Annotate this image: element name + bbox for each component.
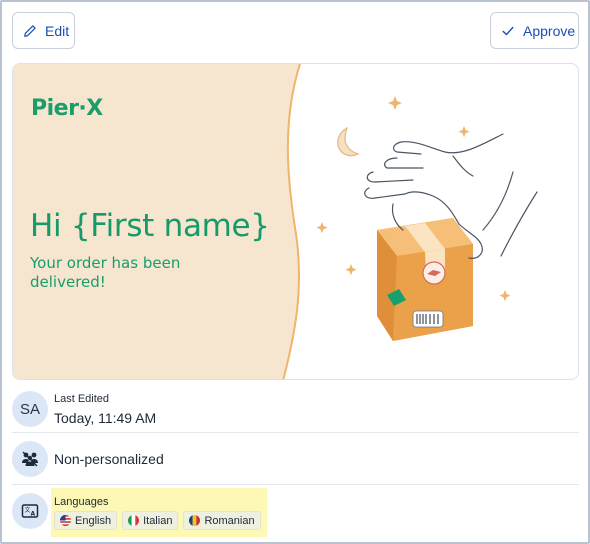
translate-icon-badge: 文 A <box>12 493 48 529</box>
email-preview-card[interactable]: Pier·X Hi {First name} Your order has be… <box>12 63 579 380</box>
language-chip-list: English Italian Romanian <box>54 511 261 530</box>
check-icon <box>502 26 514 35</box>
last-edited-row: SA Last Edited Today, 11:49 AM <box>12 388 579 430</box>
approve-button[interactable]: Approve <box>490 12 579 49</box>
translate-icon: 文 A <box>21 504 39 518</box>
greeting-headline: Hi {First name} <box>30 208 270 244</box>
edit-button-label: Edit <box>45 22 70 39</box>
divider <box>12 432 579 433</box>
personalization-row: Non-personalized <box>12 440 579 478</box>
last-edited-label: Last Edited <box>54 392 110 405</box>
us-flag-icon <box>60 515 71 526</box>
edit-button[interactable]: Edit <box>12 12 75 49</box>
language-chip-italian[interactable]: Italian <box>122 511 179 530</box>
svg-text:A: A <box>31 511 36 518</box>
language-name: English <box>75 514 112 527</box>
language-chip-romanian[interactable]: Romanian <box>183 511 261 530</box>
audience-icon-badge <box>12 441 48 477</box>
approve-button-label: Approve <box>523 22 576 39</box>
language-chip-english[interactable]: English <box>54 511 118 530</box>
language-name: Romanian <box>204 514 255 527</box>
divider <box>12 484 579 485</box>
italy-flag-icon <box>128 515 140 526</box>
pencil-icon <box>24 24 36 37</box>
brand-logo: Pier·X <box>31 96 103 121</box>
languages-label: Languages <box>54 496 109 508</box>
romania-flag-icon <box>189 515 201 526</box>
last-edited-value: Today, 11:49 AM <box>54 409 157 426</box>
audience-icon <box>22 451 38 467</box>
delivery-message: Your order has been delivered! <box>30 254 181 291</box>
user-avatar: SA <box>12 391 48 427</box>
language-name: Italian <box>143 514 173 527</box>
personalization-label: Non-personalized <box>54 451 164 467</box>
